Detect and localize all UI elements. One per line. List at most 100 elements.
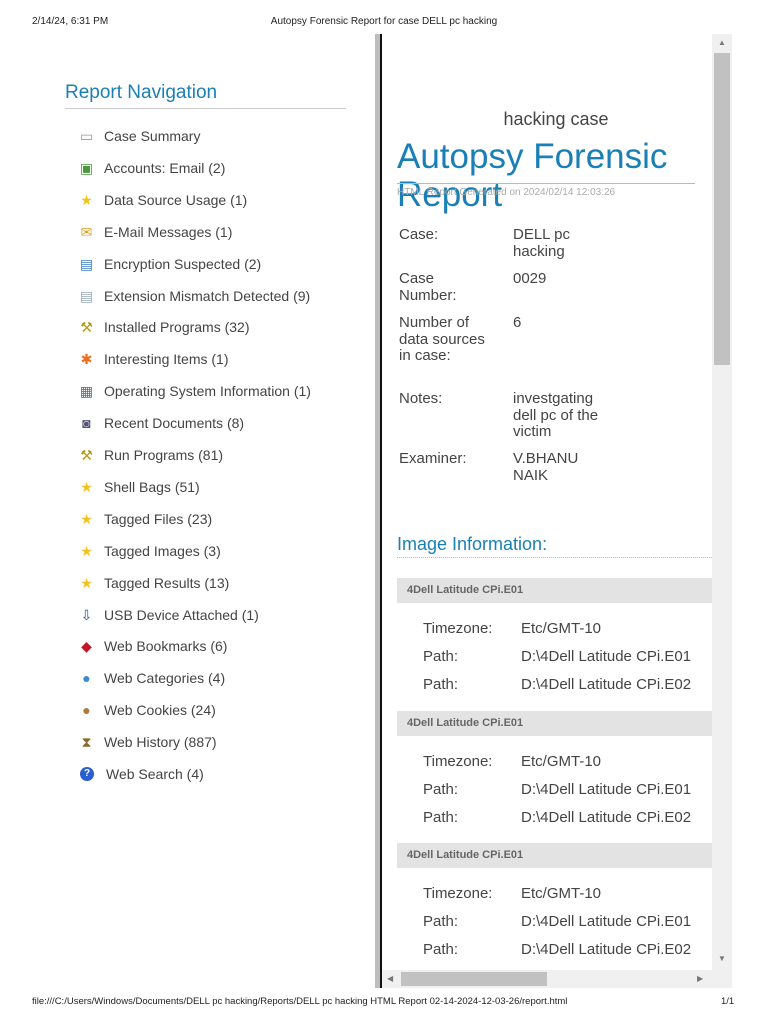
nav-item[interactable]: ? Web Search (4): [78, 764, 204, 784]
star-icon: ★: [80, 510, 93, 527]
title-underline: [397, 183, 695, 184]
encrypted-doc-icon: ▤: [79, 255, 94, 272]
scroll-up-icon[interactable]: ▲: [718, 38, 726, 47]
nav-item[interactable]: ✱ Interesting Items (1): [78, 349, 229, 369]
info-value: 0029: [513, 270, 547, 287]
image-field-label: Timezone:: [423, 885, 493, 902]
nav-item[interactable]: ◙ Recent Documents (8): [78, 413, 244, 433]
image-field-label: Path:: [423, 941, 459, 958]
programs-icon: ⚒: [80, 319, 93, 336]
bookmark-icon: ◆: [81, 638, 92, 655]
info-label: Case:: [399, 226, 439, 243]
image-path: D:\4Dell Latitude CPi.E02: [521, 808, 692, 826]
image-section-header: 4Dell Latitude CPi.E01: [397, 843, 712, 868]
nav-item[interactable]: ▦ Operating System Information (1): [78, 381, 311, 401]
print-doc-title: Autopsy Forensic Report for case DELL pc…: [270, 16, 498, 27]
horizontal-scrollbar[interactable]: ◀ ▶: [382, 970, 732, 988]
image-section-header: 4Dell Latitude CPi.E01: [397, 710, 712, 736]
image-field-label: Timezone:: [423, 752, 493, 770]
image-field-label: Path:: [423, 648, 459, 665]
scroll-down-icon[interactable]: ▼: [718, 954, 726, 963]
nav-item-label: Tagged Files (23): [104, 510, 213, 527]
image-path: D:\4Dell Latitude CPi.E01: [521, 648, 692, 665]
image-info-heading: Image Information:: [397, 534, 548, 554]
computer-icon: ▦: [79, 383, 94, 400]
info-value: DELL pc hacking: [513, 226, 570, 260]
nav-item[interactable]: ▤ Encryption Suspected (2): [78, 254, 261, 274]
nav-item[interactable]: ★ Tagged Files (23): [78, 509, 212, 529]
frame-divider[interactable]: [375, 34, 382, 988]
nav-item[interactable]: ● Web Categories (4): [78, 668, 225, 688]
briefcase-icon: ▭: [79, 128, 94, 144]
nav-item[interactable]: ⧗ Web History (887): [78, 732, 217, 752]
nav-item[interactable]: ▭ Case Summary: [78, 126, 201, 146]
image-field-label: Path:: [423, 808, 459, 826]
image-field-label: Path:: [423, 780, 459, 798]
case-heading: hacking case: [503, 109, 609, 129]
nav-item[interactable]: ★ Data Source Usage (1): [78, 190, 247, 210]
star-icon: ★: [80, 574, 93, 591]
nav-item[interactable]: ● Web Cookies (24): [78, 700, 216, 720]
nav-title: Report Navigation: [65, 82, 218, 103]
star-icon: ★: [80, 478, 93, 495]
nav-item-label: Web Categories (4): [104, 670, 226, 687]
nav-item-label: Shell Bags (51): [104, 478, 200, 495]
nav-item-label: Accounts: Email (2): [104, 159, 226, 176]
image-timezone: Etc/GMT-10: [521, 752, 602, 770]
generated-timestamp: HTML Report Generated on 2024/02/14 12:0…: [397, 187, 616, 198]
image-section-header: 4Dell Latitude CPi.E01: [397, 578, 712, 603]
nav-item[interactable]: ★ Tagged Images (3): [78, 541, 221, 561]
image-field-label: Timezone:: [423, 620, 493, 637]
star-icon: ★: [80, 191, 93, 208]
horizontal-scroll-thumb[interactable]: [401, 972, 547, 986]
vertical-scrollbar[interactable]: ▲ ▼: [712, 34, 732, 970]
nav-item-label: Recent Documents (8): [104, 415, 245, 432]
nav-divider: [65, 108, 346, 109]
report-content-frame: hacking case Autopsy Forensic Report HTM…: [382, 34, 712, 970]
nav-item-label: Data Source Usage (1): [104, 191, 248, 208]
image-info-underline: [397, 557, 712, 558]
nav-item[interactable]: ⇩ USB Device Attached (1): [78, 605, 259, 625]
nav-item[interactable]: ▣ Accounts: Email (2): [78, 158, 226, 178]
info-label: Case Number:: [399, 270, 457, 304]
image-path: D:\4Dell Latitude CPi.E02: [521, 941, 692, 958]
nav-item-label: Tagged Images (3): [104, 542, 221, 559]
nav-item[interactable]: ✉ E-Mail Messages (1): [78, 222, 233, 242]
info-value: investgating dell pc of the victim: [513, 390, 599, 440]
nav-item-label: Tagged Results (13): [104, 574, 230, 591]
nav-item-label: Operating System Information (1): [104, 383, 311, 400]
nav-item[interactable]: ★ Tagged Results (13): [78, 573, 229, 593]
info-label: Examiner:: [399, 450, 467, 467]
image-path: D:\4Dell Latitude CPi.E01: [521, 913, 692, 930]
image-path: D:\4Dell Latitude CPi.E02: [521, 676, 692, 693]
info-value: V.BHANU NAIK: [513, 450, 579, 484]
asterisk-icon: ✱: [80, 351, 93, 368]
usb-icon: ⇩: [80, 606, 93, 623]
hourglass-icon: ⧗: [81, 734, 92, 751]
nav-item-label: Encryption Suspected (2): [104, 255, 262, 272]
image-timezone: Etc/GMT-10: [521, 885, 602, 902]
nav-item[interactable]: ▤ Extension Mismatch Detected (9): [78, 286, 310, 306]
nav-item-label: Extension Mismatch Detected (9): [104, 287, 311, 304]
accounts-icon: ▣: [79, 159, 94, 176]
info-label: Notes:: [399, 390, 443, 407]
image-path: D:\4Dell Latitude CPi.E01: [521, 780, 692, 798]
scroll-left-icon[interactable]: ◀: [387, 974, 393, 983]
nav-item-label: E-Mail Messages (1): [104, 223, 233, 240]
print-page: 1/1: [721, 996, 735, 1007]
nav-item-label: Web History (887): [104, 734, 217, 751]
info-value: 6: [513, 314, 522, 331]
vertical-scroll-thumb[interactable]: [714, 53, 730, 365]
image-field-label: Path:: [423, 913, 459, 930]
info-label: Number of data sources in case:: [399, 314, 485, 364]
nav-item[interactable]: ◆ Web Bookmarks (6): [78, 636, 227, 656]
scroll-right-icon[interactable]: ▶: [697, 974, 703, 983]
image-timezone: Etc/GMT-10: [521, 620, 602, 637]
nav-item[interactable]: ★ Shell Bags (51): [78, 477, 200, 497]
cookie-icon: ●: [82, 702, 91, 719]
star-icon: ★: [80, 542, 93, 559]
nav-item-label: USB Device Attached (1): [104, 606, 259, 623]
nav-item-label: Installed Programs (32): [104, 319, 250, 336]
nav-item[interactable]: ⚒ Installed Programs (32): [78, 317, 250, 337]
nav-item[interactable]: ⚒ Run Programs (81): [78, 445, 223, 465]
